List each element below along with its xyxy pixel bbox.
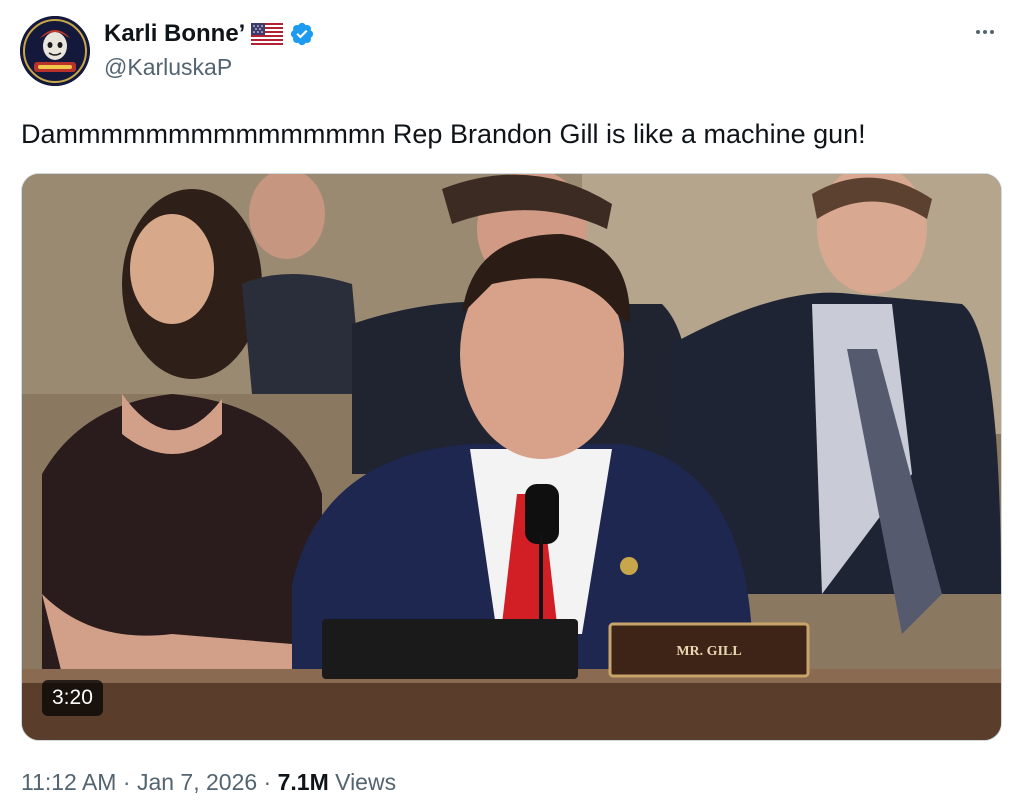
views-count: 7.1M — [277, 769, 329, 795]
meta-separator: · — [257, 769, 278, 795]
us-flag-icon — [251, 23, 284, 45]
video-player[interactable]: MR. GILL 3:20 — [21, 173, 1002, 741]
more-options-button[interactable] — [970, 20, 1000, 44]
more-horizontal-icon — [976, 30, 980, 34]
timestamp-time[interactable]: 11:12 AM — [21, 769, 116, 795]
meta-separator: · — [116, 769, 137, 795]
author-handle[interactable]: @KarluskaP — [104, 54, 232, 81]
tweet: Karli Bonne’ @KarluskaP Dammmmmmmmmmmmmm… — [0, 0, 1024, 807]
tweet-text: Dammmmmmmmmmmmmmn Rep Brandon Gill is li… — [21, 119, 866, 149]
author-display-name[interactable]: Karli Bonne’ — [104, 20, 245, 48]
verified-badge-icon[interactable] — [289, 21, 315, 47]
author-avatar[interactable] — [20, 16, 90, 86]
nameplate-text: MR. GILL — [676, 644, 741, 659]
author-name-row: Karli Bonne’ — [104, 18, 315, 50]
video-thumbnail: MR. GILL — [22, 174, 1001, 740]
avatar-image — [20, 16, 90, 86]
tweet-meta: 11:12 AM · Jan 7, 2026 · 7.1M Views — [21, 769, 396, 796]
video-duration-badge: 3:20 — [42, 680, 103, 716]
timestamp-date[interactable]: Jan 7, 2026 — [137, 769, 257, 795]
views-label: Views — [328, 769, 397, 795]
